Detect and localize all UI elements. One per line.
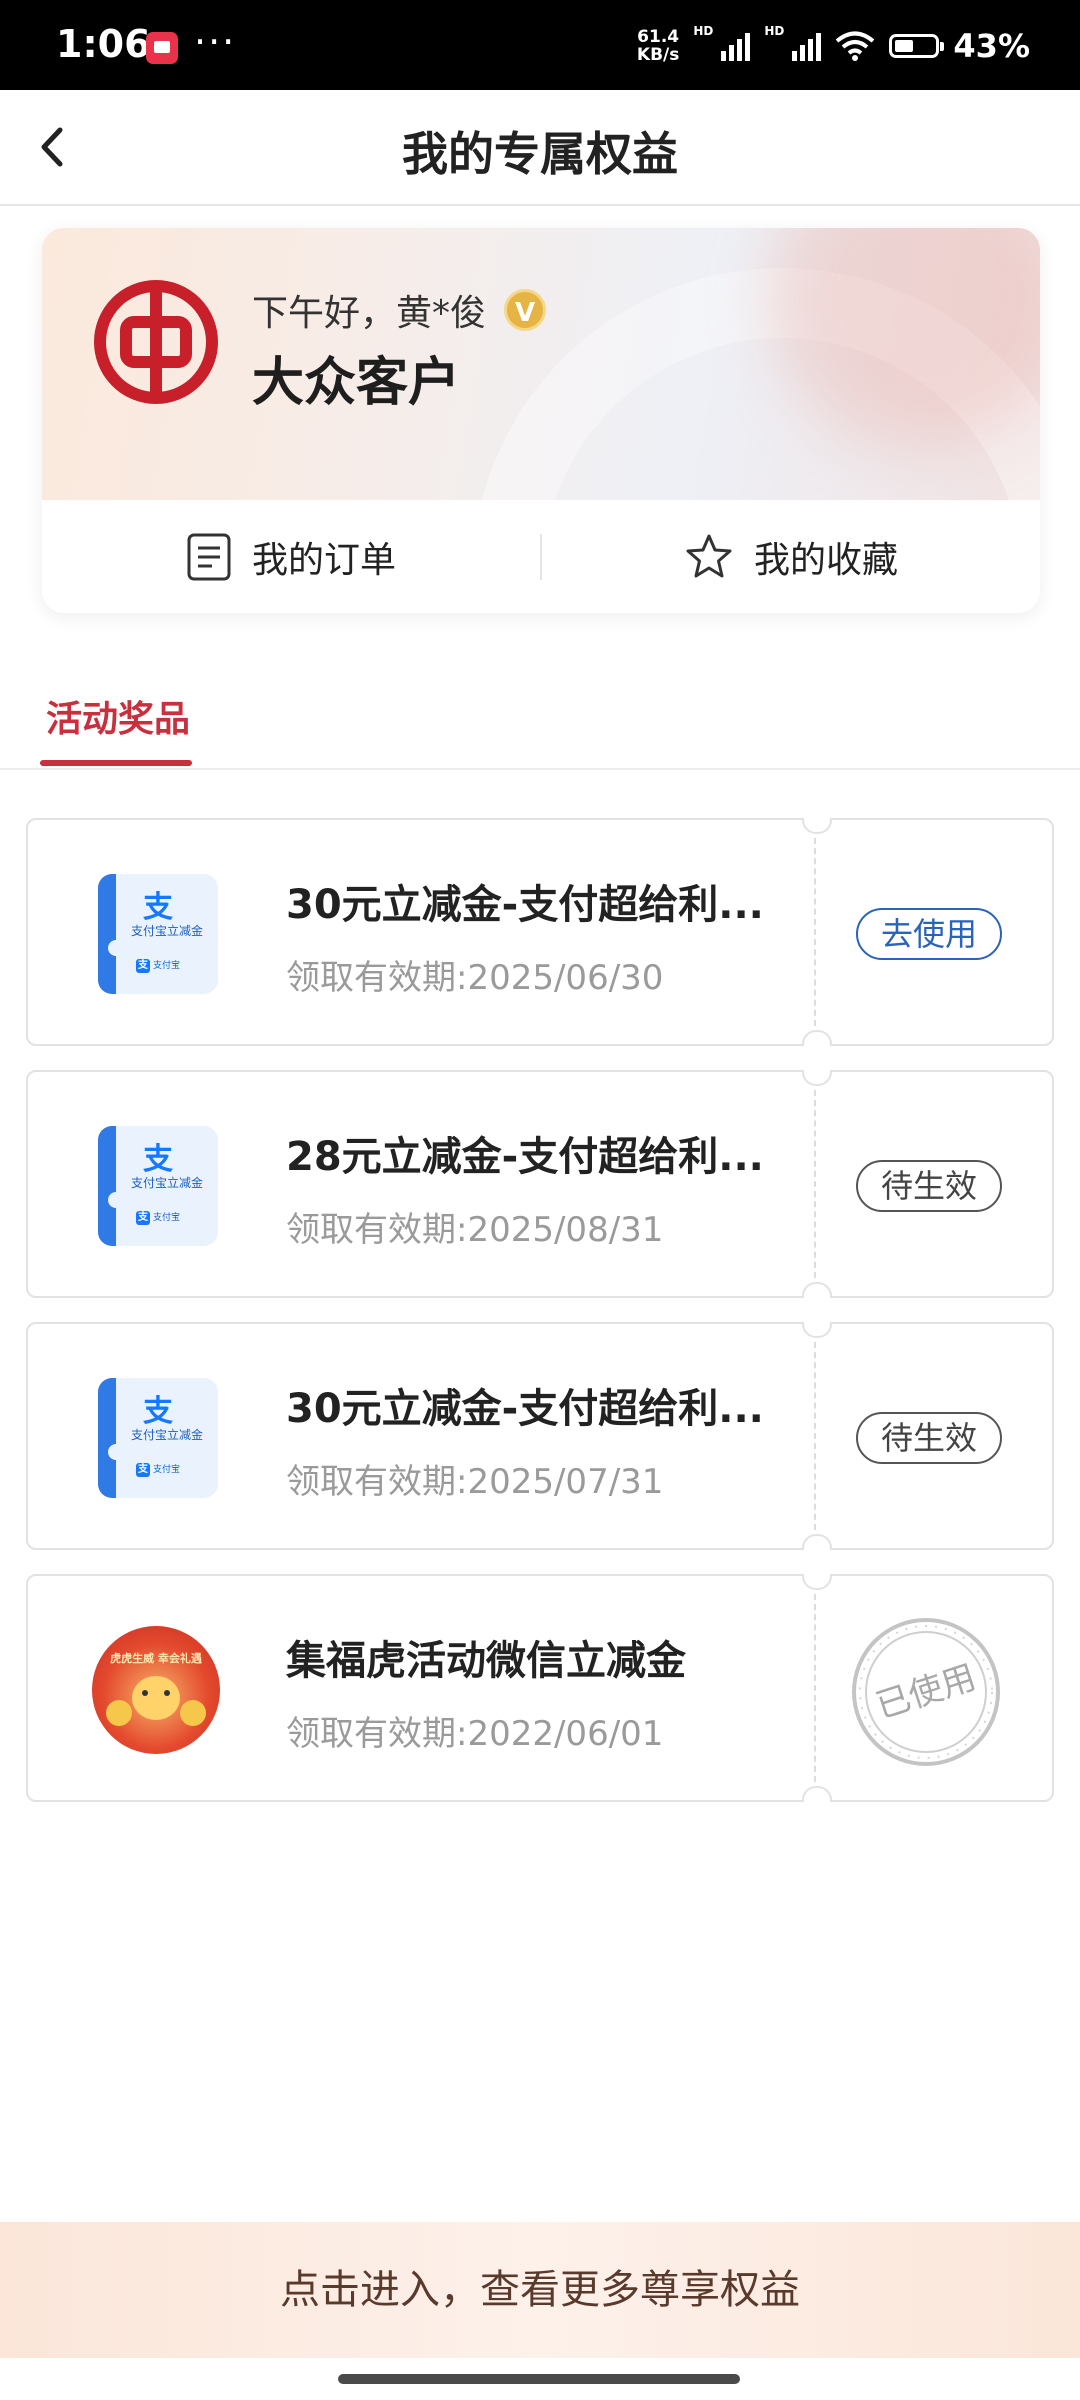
my-favorites-label: 我的收藏 (753, 539, 898, 581)
coupon-title: 28元立减金-支付超给利... (286, 1134, 764, 1180)
status-bar: 1:06 ··· 61.4 KB/s HD HD 43% (0, 0, 1080, 90)
tiger-icon (132, 1676, 180, 1720)
member-card-header: 下午好，黄*俊 V 大众客户 (42, 228, 1040, 500)
coupon-title: 集福虎活动微信立减金 (286, 1638, 686, 1684)
coupon-validity: 领取有效期:2025/08/31 (286, 1210, 664, 1250)
coupon-title: 30元立减金-支付超给利... (286, 1386, 764, 1432)
member-card-actions: 我的订单 我的收藏 (42, 500, 1040, 613)
signal-icon (721, 31, 751, 61)
alipay-coupon-thumbnail: 支 支付宝立减金 支支付宝 (98, 1126, 218, 1246)
thumbnail-footer: 支支付宝 (135, 1211, 180, 1225)
coupon-validity: 领取有效期:2022/06/01 (286, 1714, 664, 1754)
more-notifications-icon: ··· (194, 20, 237, 64)
coupon-validity: 领取有效期:2025/07/31 (286, 1462, 664, 1502)
coupon-card[interactable]: 虎虎生威 幸会礼遇 集福虎活动微信立减金 领取有效期:2022/06/01 已使… (26, 1574, 1054, 1802)
thumbnail-caption: 支付宝立减金 (130, 1428, 203, 1442)
vip-badge-icon: V (504, 289, 547, 331)
greeting: 下午好，黄*俊 V (252, 284, 547, 336)
status-time: 1:06 (56, 22, 151, 66)
thumbnail-footer: 支支付宝 (135, 1463, 180, 1477)
star-icon (686, 534, 732, 577)
coupon-card[interactable]: 支 支付宝立减金 支支付宝 28元立减金-支付超给利... 领取有效期:2025… (26, 1070, 1054, 1298)
greeting-text: 下午好，黄*俊 (252, 293, 487, 334)
tab-activity-prizes[interactable]: 活动奖品 (46, 690, 190, 742)
alipay-icon: 支 (143, 890, 173, 925)
battery-percent: 43% (953, 27, 1030, 65)
thumbnail-footer: 支支付宝 (135, 959, 180, 973)
app-notification-icon (146, 32, 178, 64)
member-card: 下午好，黄*俊 V 大众客户 我的订单 我的收藏 (42, 228, 1040, 613)
more-benefits-banner[interactable]: 点击进入，查看更多尊享权益 (0, 2222, 1080, 2358)
battery-icon (889, 34, 945, 58)
thumbnail-caption: 支付宝立减金 (130, 924, 203, 938)
thumbnail-banner: 虎虎生威 幸会礼遇 (110, 1652, 202, 1665)
my-orders-button[interactable]: 我的订单 (42, 500, 540, 613)
used-stamp-icon: 已使用 (850, 1616, 1002, 1768)
alipay-icon: 支 (143, 1142, 173, 1177)
home-indicator[interactable] (338, 2374, 740, 2384)
signal-icon-2 (792, 31, 822, 61)
pending-status-badge: 待生效 (856, 1160, 1002, 1212)
page-title: 我的专属权益 (402, 127, 678, 181)
coupon-title: 30元立减金-支付超给利... (286, 882, 764, 928)
coupon-card[interactable]: 支 支付宝立减金 支支付宝 30元立减金-支付超给利... 领取有效期:2025… (26, 1322, 1054, 1550)
bank-of-china-logo (94, 280, 218, 404)
wifi-icon (836, 31, 875, 61)
status-icons: 61.4 KB/s HD HD 43% (637, 24, 1030, 68)
hd-label-2: HD (764, 24, 785, 38)
alipay-icon: 支 (143, 1394, 173, 1429)
thumbnail-caption: 支付宝立减金 (130, 1176, 203, 1190)
nav-bar: 我的专属权益 (0, 90, 1080, 206)
use-now-button[interactable]: 去使用 (856, 908, 1002, 960)
alipay-coupon-thumbnail: 支 支付宝立减金 支支付宝 (98, 874, 218, 994)
tab-indicator (40, 760, 192, 766)
my-orders-label: 我的订单 (251, 539, 396, 581)
customer-level: 大众客户 (252, 352, 461, 413)
alipay-coupon-thumbnail: 支 支付宝立减金 支支付宝 (98, 1378, 218, 1498)
tiger-coupon-thumbnail: 虎虎生威 幸会礼遇 (92, 1626, 220, 1754)
coupon-card[interactable]: 支 支付宝立减金 支支付宝 30元立减金-支付超给利... 领取有效期:2025… (26, 818, 1054, 1046)
my-favorites-button[interactable]: 我的收藏 (542, 500, 1040, 613)
tab-bar: 活动奖品 (0, 640, 1080, 770)
hd-label: HD (693, 24, 714, 38)
coupon-validity: 领取有效期:2025/06/30 (286, 958, 664, 998)
pending-status-badge: 待生效 (856, 1412, 1002, 1464)
network-speed: 61.4 KB/s (636, 27, 680, 65)
order-list-icon (187, 533, 231, 580)
